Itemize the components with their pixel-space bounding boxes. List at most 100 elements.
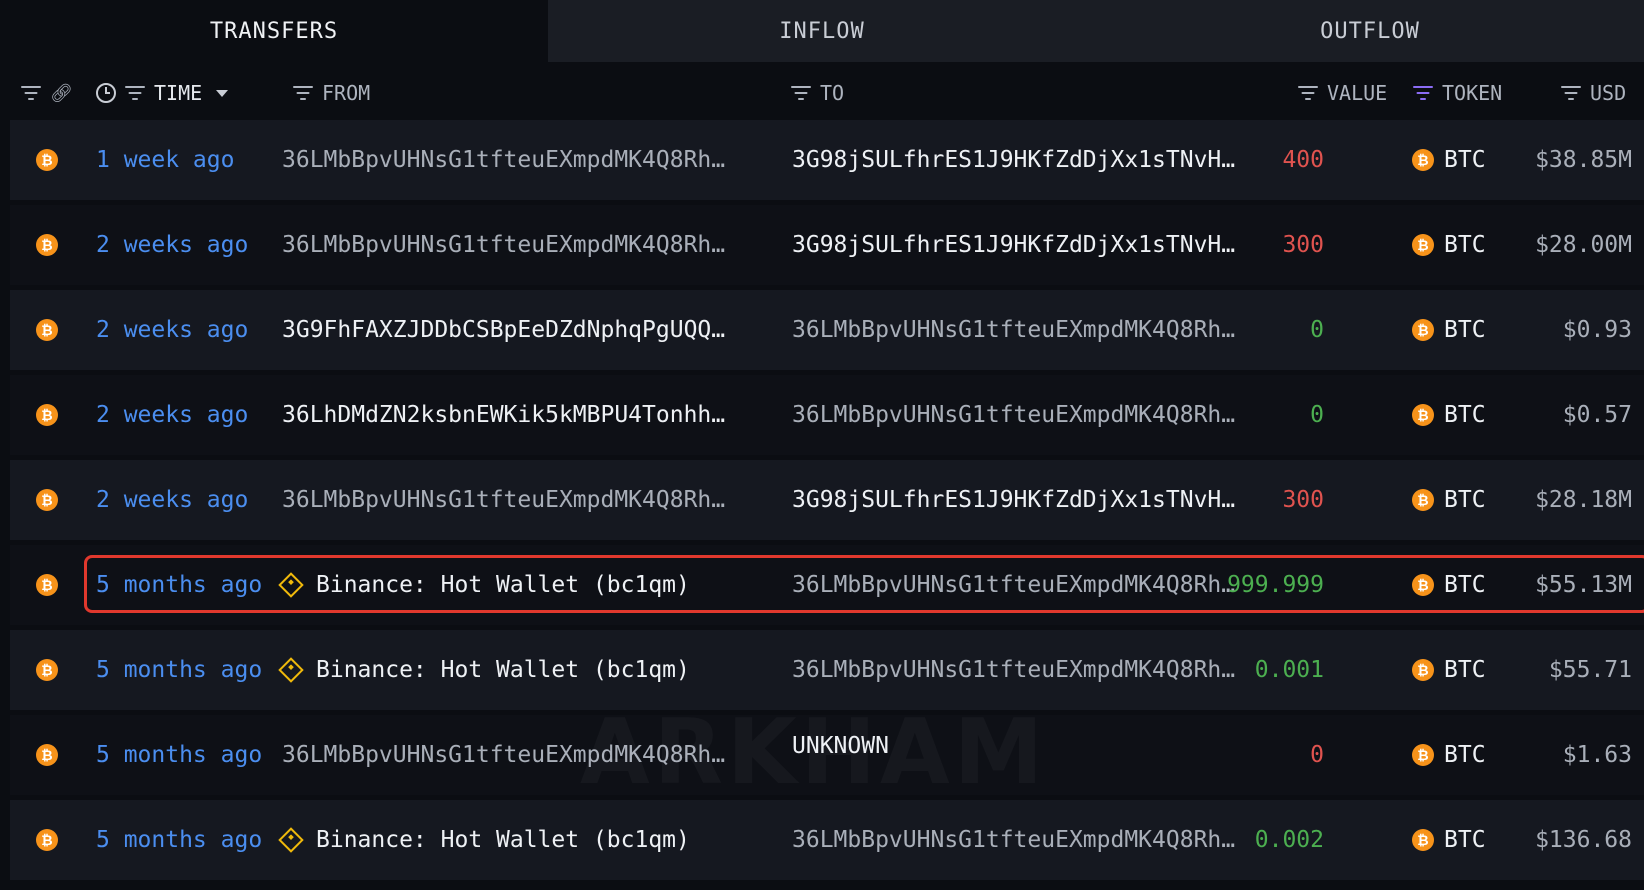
filter-icon[interactable] [790, 85, 812, 101]
token-cell[interactable]: ₿ BTC [1412, 120, 1486, 200]
chain-cell: ₿ [36, 545, 58, 625]
table-row[interactable]: ₿ 2 weeks ago 36LMbBpvUHNsG1tfteuEXmpdMK4Q… [10, 205, 1644, 285]
chain-cell: ₿ [36, 375, 58, 455]
column-label-time[interactable]: TIME [154, 81, 202, 105]
to-address[interactable]: 3G98jSULfhrES1J9HKfZdDjXx1sTNvH… [792, 205, 1235, 285]
column-header-token[interactable]: TOKEN [1412, 62, 1502, 124]
binance-icon [278, 827, 304, 853]
token-cell[interactable]: ₿ BTC [1412, 715, 1486, 795]
usd-cell: $0.93 [1562, 317, 1632, 343]
table-row[interactable]: ₿ 5 months ago Binance: Hot Wallet (bc1qm)… [10, 800, 1644, 880]
token-cell[interactable]: ₿ BTC [1412, 205, 1486, 285]
filter-active-icon[interactable] [1412, 85, 1434, 101]
token-cell[interactable]: ₿ BTC [1412, 545, 1486, 625]
tab-outflow[interactable]: OUTFLOW [1096, 0, 1644, 62]
bitcoin-icon: ₿ [36, 404, 58, 426]
value-cell: 999.999 [1227, 572, 1324, 598]
usd-cell: $136.68 [1535, 827, 1632, 853]
from-label: 36LMbBpvUHNsG1tfteuEXmpdMK4Q8Rh… [282, 232, 726, 258]
token-cell[interactable]: ₿ BTC [1412, 800, 1486, 880]
bitcoin-icon: ₿ [36, 829, 58, 851]
column-header-from[interactable]: FROM [292, 62, 370, 124]
token-symbol: BTC [1444, 232, 1486, 258]
time-link[interactable]: 1 week ago [96, 120, 234, 200]
from-address[interactable]: 36LMbBpvUHNsG1tfteuEXmpdMK4Q8Rh… [282, 120, 725, 200]
to-address[interactable]: 3G98jSULfhrES1J9HKfZdDjXx1sTNvH… [792, 460, 1235, 540]
time-link[interactable]: 5 months ago [96, 715, 262, 795]
to-address[interactable]: 36LMbBpvUHNsG1tfteuEXmpdMK4Q8Rh… [792, 375, 1235, 455]
filter-icon[interactable] [1560, 85, 1582, 101]
from-label: 36LMbBpvUHNsG1tfteuEXmpdMK4Q8Rh… [282, 487, 726, 513]
value-cell: 300 [1282, 487, 1324, 513]
tab-transfers[interactable]: TRANSFERS [0, 0, 548, 62]
token-cell[interactable]: ₿ BTC [1412, 290, 1486, 370]
from-address[interactable]: 36LMbBpvUHNsG1tfteuEXmpdMK4Q8Rh… [282, 460, 725, 540]
tab-inflow[interactable]: INFLOW [548, 0, 1096, 62]
to-address[interactable]: 3G98jSULfhrES1J9HKfZdDjXx1sTNvH… [792, 120, 1235, 200]
chain-cell: ₿ [36, 715, 58, 795]
chain-cell: ₿ [36, 630, 58, 710]
bitcoin-icon: ₿ [36, 574, 58, 596]
to-address[interactable]: 36LMbBpvUHNsG1tfteuEXmpdMK4Q8Rh… [792, 290, 1235, 370]
link-icon[interactable]: 🔗︎ [50, 83, 73, 104]
table-row[interactable]: ₿ 5 months ago Binance: Hot Wallet (bc1qm)… [10, 630, 1644, 710]
from-address[interactable]: Binance: Hot Wallet (bc1qm) [278, 800, 690, 880]
filter-icon[interactable] [124, 85, 146, 101]
time-link[interactable]: 5 months ago [96, 630, 262, 710]
table-row[interactable]: ₿ 2 weeks ago 36LhDMdZN2ksbnEWKik5kMBPU4To… [10, 375, 1644, 455]
bitcoin-icon: ₿ [1412, 659, 1434, 681]
usd-cell: $38.85M [1535, 147, 1632, 173]
time-link[interactable]: 2 weeks ago [96, 290, 248, 370]
column-label-value: VALUE [1327, 81, 1388, 105]
time-link[interactable]: 5 months ago [96, 545, 262, 625]
column-header-to[interactable]: TO [790, 62, 844, 124]
table-row[interactable]: ₿ 2 weeks ago 36LMbBpvUHNsG1tfteuEXmpdMK4Q… [10, 460, 1644, 540]
token-symbol: BTC [1444, 742, 1486, 768]
value-cell: 0 [1310, 402, 1324, 428]
time-link[interactable]: 2 weeks ago [96, 375, 248, 455]
from-address[interactable]: 3G9FhFAXZJDDbCSBpEeDZdNphqPgUQQ… [282, 290, 725, 370]
chain-cell: ₿ [36, 205, 58, 285]
table-row[interactable]: ₿ 2 weeks ago 3G9FhFAXZJDDbCSBpEeDZdNphqPg… [10, 290, 1644, 370]
token-cell[interactable]: ₿ BTC [1412, 375, 1486, 455]
filter-icon[interactable] [20, 85, 42, 101]
bitcoin-icon: ₿ [1412, 319, 1434, 341]
bitcoin-icon: ₿ [36, 489, 58, 511]
time-link[interactable]: 5 months ago [96, 800, 262, 880]
table-row[interactable]: ₿ 1 week ago 36LMbBpvUHNsG1tfteuEXmpdMK4Q8… [10, 120, 1644, 200]
chain-cell: ₿ [36, 800, 58, 880]
table-row[interactable]: ₿ 5 months ago Binance: Hot Wallet (bc1qm)… [10, 545, 1644, 625]
token-symbol: BTC [1444, 317, 1486, 343]
from-address[interactable]: 36LMbBpvUHNsG1tfteuEXmpdMK4Q8Rh… [282, 205, 725, 285]
time-link[interactable]: 2 weeks ago [96, 460, 248, 540]
token-cell[interactable]: ₿ BTC [1412, 630, 1486, 710]
bitcoin-icon: ₿ [1412, 744, 1434, 766]
to-address[interactable]: 36LMbBpvUHNsG1tfteuEXmpdMK4Q8Rh… [792, 630, 1235, 710]
column-header-usd[interactable]: USD [1560, 62, 1626, 124]
column-label-to: TO [820, 81, 845, 105]
from-label: Binance: Hot Wallet (bc1qm) [316, 827, 690, 853]
from-address[interactable]: 36LhDMdZN2ksbnEWKik5kMBPU4Tonhh… [282, 375, 725, 455]
usd-cell: $28.00M [1535, 232, 1632, 258]
usd-cell: $55.13M [1535, 572, 1632, 598]
tab-bar: TRANSFERS INFLOW OUTFLOW [0, 0, 1644, 62]
from-label: 36LhDMdZN2ksbnEWKik5kMBPU4Tonhh… [282, 402, 726, 428]
column-header-value[interactable]: VALUE [1297, 62, 1387, 124]
watermark: ARKHAM [580, 700, 1047, 805]
column-header-time[interactable]: TIME [96, 62, 229, 124]
time-link[interactable]: 2 weeks ago [96, 205, 248, 285]
from-address[interactable]: Binance: Hot Wallet (bc1qm) [278, 545, 690, 625]
bitcoin-icon: ₿ [36, 149, 58, 171]
to-address[interactable]: 36LMbBpvUHNsG1tfteuEXmpdMK4Q8Rh… [792, 800, 1235, 880]
filter-icon[interactable] [1297, 85, 1319, 101]
token-cell[interactable]: ₿ BTC [1412, 460, 1486, 540]
bitcoin-icon: ₿ [1412, 574, 1434, 596]
chain-filter[interactable]: 🔗︎ [20, 62, 73, 124]
value-cell: 0 [1310, 742, 1324, 768]
from-label: 3G9FhFAXZJDDbCSBpEeDZdNphqPgUQQ… [282, 317, 726, 343]
from-address[interactable]: Binance: Hot Wallet (bc1qm) [278, 630, 690, 710]
filter-icon[interactable] [292, 85, 314, 101]
sort-caret-icon[interactable] [216, 89, 229, 97]
to-address[interactable]: 36LMbBpvUHNsG1tfteuEXmpdMK4Q8Rh… [792, 545, 1235, 625]
token-symbol: BTC [1444, 402, 1486, 428]
